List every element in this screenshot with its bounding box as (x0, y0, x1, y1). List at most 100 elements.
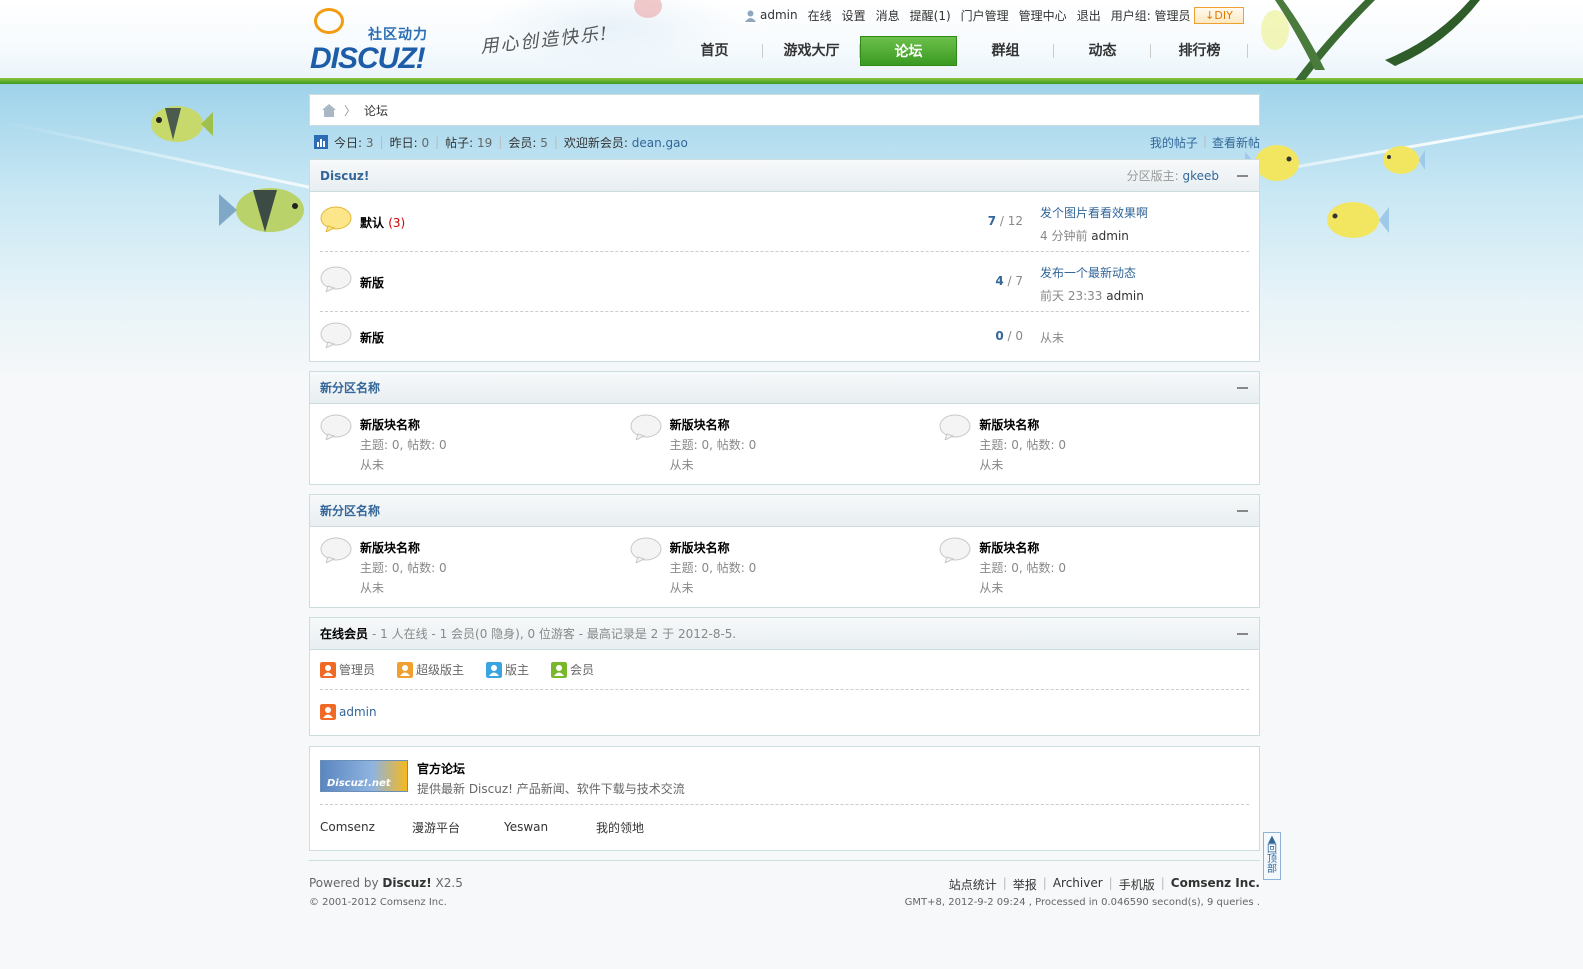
forum-cell: 新版块名称 主题: 0, 帖数: 0 从未 (939, 412, 1249, 474)
forum-name[interactable]: 新版块名称 (670, 539, 730, 556)
forum-name[interactable]: 新版块名称 (360, 416, 420, 433)
forum-stats-bar: 今日: 3 | 昨日: 0 | 帖子: 19 | 会员: 5 | 欢迎新会员: … (309, 132, 1260, 152)
category-discuz: Discuz! 分区版主: gkeeb 默认 (3) 7 / 12 发个图片看看… (309, 159, 1260, 362)
last-post-title[interactable]: 发布一个最新动态 (1040, 264, 1250, 281)
forum-name-text: 默认 (360, 216, 385, 230)
forum-cell: 新版块名称 主题: 0, 帖数: 0 从未 (939, 535, 1249, 597)
forum-name[interactable]: 新版 (360, 329, 384, 346)
forum-stats: 主题: 0, 帖数: 0 (360, 438, 447, 452)
last-post-meta: 4 分钟前 admin (1040, 227, 1250, 244)
forum-last: 从未 (360, 581, 385, 595)
back-to-top-label: 回顶部 (1267, 844, 1277, 875)
main-nav: 首页 游戏大厅 论坛 群组 动态 排行榜 (666, 36, 1248, 66)
last-post-author[interactable]: admin (1106, 289, 1144, 303)
nav-ranking[interactable]: 排行榜 (1151, 36, 1248, 66)
reminders-link[interactable]: 提醒(1) (910, 7, 951, 24)
forum-no-new-icon (939, 414, 971, 440)
site-logo[interactable]: 社区动力 DISCUZ! (310, 6, 450, 75)
new-posts-link[interactable]: 查看新帖 (1212, 134, 1260, 151)
logout-link[interactable]: 退出 (1077, 7, 1101, 24)
moderator-label: 分区版主: (1126, 169, 1179, 183)
collapse-icon[interactable] (1237, 510, 1248, 512)
category-header: Discuz! 分区版主: gkeeb (310, 160, 1259, 192)
nav-feed[interactable]: 动态 (1054, 36, 1151, 66)
fish-decoration-right-3 (1327, 202, 1389, 238)
friend-link[interactable]: Comsenz (320, 820, 412, 834)
last-post-title[interactable]: 发个图片看看效果啊 (1040, 204, 1250, 221)
footer-link-mobile[interactable]: 手机版 (1119, 876, 1155, 893)
moderator-link[interactable]: gkeeb (1182, 169, 1219, 183)
footer-link-stats[interactable]: 站点统计 (949, 876, 997, 893)
category-title[interactable]: Discuz! (320, 169, 369, 183)
forum-name[interactable]: 新版 (360, 274, 384, 291)
footer: Powered by Discuz! X2.5 © 2001-2012 Coms… (309, 860, 1260, 920)
legend-super-moderator: 超级版主 (397, 661, 464, 678)
friend-link[interactable]: Yeswan (504, 820, 596, 834)
stat-posts: 帖子: 19 (445, 134, 492, 151)
last-post-author[interactable]: admin (1091, 229, 1129, 243)
my-posts-link[interactable]: 我的帖子 (1150, 134, 1198, 151)
official-forum-name[interactable]: 官方论坛 (417, 760, 465, 777)
messages-link[interactable]: 消息 (876, 7, 900, 24)
forum-post-count: 7 (1015, 274, 1023, 288)
forum-grid: 新版块名称 主题: 0, 帖数: 0 从未 新版块名称 主题: 0, 帖数: 0… (310, 527, 1259, 603)
stat-yesterday-label: 昨日: (389, 135, 418, 150)
forum-row: 新版 4 / 7 发布一个最新动态 前天 23:33 admin (320, 252, 1249, 312)
settings-link[interactable]: 设置 (842, 7, 866, 24)
nav-groups[interactable]: 群组 (957, 36, 1054, 66)
discuz-net-logo[interactable]: Discuz!.net (320, 760, 408, 792)
forum-cell: 新版块名称 主题: 0, 帖数: 0 从未 (320, 412, 630, 474)
nav-divider (1247, 44, 1248, 58)
portal-admin-link[interactable]: 门户管理 (961, 7, 1009, 24)
footer-link-archiver[interactable]: Archiver (1053, 876, 1103, 893)
collapse-icon[interactable] (1237, 175, 1248, 177)
stat-yesterday-value: 0 (421, 135, 430, 150)
online-user-link[interactable]: admin (339, 705, 377, 719)
collapse-icon[interactable] (1237, 633, 1248, 635)
footer-link-comsenz[interactable]: Comsenz Inc. (1171, 876, 1260, 893)
forum-name[interactable]: 新版块名称 (979, 416, 1039, 433)
forum-name[interactable]: 新版块名称 (360, 539, 420, 556)
category-title[interactable]: 新分区名称 (320, 379, 380, 396)
home-icon[interactable] (322, 103, 336, 117)
forum-last: 从未 (669, 581, 694, 595)
category-title[interactable]: 新分区名称 (320, 502, 380, 519)
online-title[interactable]: 在线会员 (320, 625, 368, 642)
username-link[interactable]: admin (760, 8, 798, 22)
forum-last: 从未 (979, 458, 1004, 472)
diy-button[interactable]: ↓DIY (1194, 7, 1244, 24)
friend-link[interactable]: 漫游平台 (412, 819, 504, 836)
collapse-icon[interactable] (1237, 387, 1248, 389)
forum-no-new-icon (939, 537, 971, 563)
online-user-list: admin (320, 690, 1249, 734)
forum-last-post: 发布一个最新动态 前天 23:33 admin (1040, 264, 1250, 304)
footer-link-report[interactable]: 举报 (1013, 876, 1037, 893)
nav-home[interactable]: 首页 (666, 36, 763, 66)
nav-game-hall[interactable]: 游戏大厅 (763, 36, 860, 66)
forum-name[interactable]: 新版块名称 (670, 416, 730, 433)
admin-center-link[interactable]: 管理中心 (1019, 7, 1067, 24)
breadcrumb-current: 论坛 (364, 103, 389, 118)
forum-name[interactable]: 新版块名称 (979, 539, 1039, 556)
footer-divider: | (1002, 876, 1007, 890)
forum-name[interactable]: 默认 (3) (360, 214, 405, 231)
user-group-link[interactable]: 用户组: 管理员 (1111, 7, 1191, 24)
forum-last-post: 发个图片看看效果啊 4 分钟前 admin (1040, 204, 1250, 244)
fish-decoration-left-bottom (219, 188, 304, 232)
powered-brand[interactable]: Discuz! (382, 876, 431, 890)
forum-today-count: (3) (388, 216, 406, 230)
back-to-top-button[interactable]: ▲ 回顶部 (1263, 832, 1281, 880)
user-toolbar: admin 在线 设置 消息 提醒(1) 门户管理 管理中心 退出 用户组: 管… (745, 7, 1201, 23)
powered-version: X2.5 (431, 876, 463, 890)
fish-decoration-left-top (151, 106, 213, 142)
category-header: 新分区名称 (310, 495, 1259, 527)
forum-counts: 7 / 12 (987, 214, 1023, 228)
newest-member-link[interactable]: dean.gao (632, 136, 688, 150)
friend-link[interactable]: 我的领地 (596, 819, 688, 836)
forum-no-new-icon (320, 537, 352, 563)
nav-forum[interactable]: 论坛 (860, 36, 957, 66)
nav-home-label: 首页 (700, 43, 729, 59)
online-link[interactable]: 在线 (808, 7, 832, 24)
palm-leaves-decoration (1261, 0, 1480, 80)
forum-stats: 主题: 0, 帖数: 0 (979, 438, 1066, 452)
